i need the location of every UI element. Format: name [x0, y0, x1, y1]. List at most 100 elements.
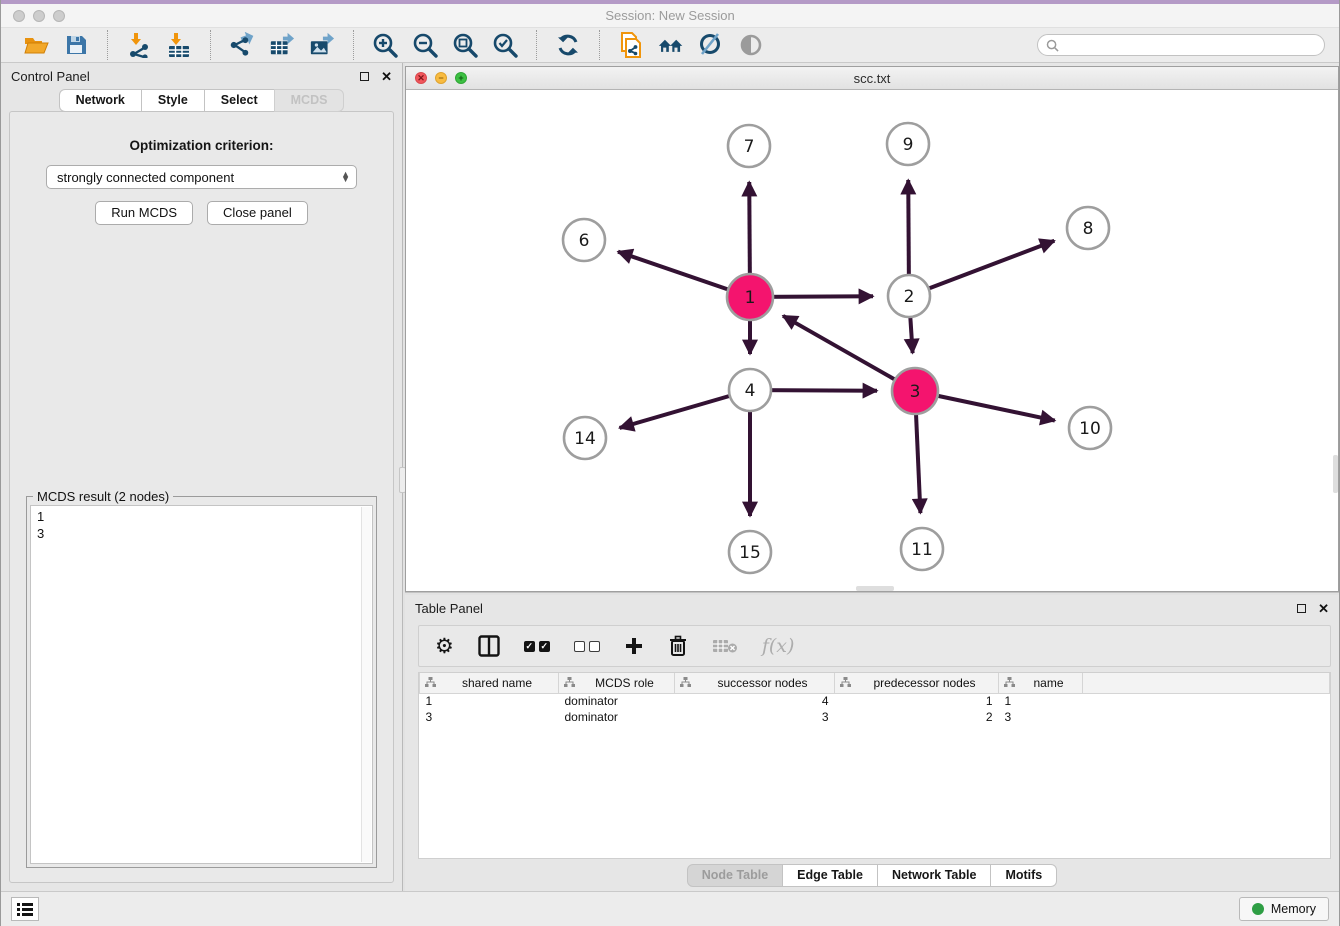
svg-text:1: 1 — [745, 288, 756, 308]
control-panel-title: Control Panel — [11, 69, 90, 84]
graph-node-2[interactable]: 2 — [888, 275, 930, 317]
column-header-shared-name[interactable]: shared name — [420, 673, 559, 693]
graph-node-4[interactable]: 4 — [729, 369, 771, 411]
title-bar: Session: New Session — [1, 4, 1339, 28]
network-view-window: ✕ − + scc.txt 7 9 6 8 1 2 4 3 14 10 15 11 — [405, 66, 1339, 592]
memory-button[interactable]: Memory — [1239, 897, 1329, 921]
graph-node-15[interactable]: 15 — [729, 531, 771, 573]
split-panel-icon[interactable] — [478, 633, 500, 659]
table-panel-title: Table Panel — [415, 601, 483, 616]
table-tabs: Node TableEdge TableNetwork TableMotifs — [405, 859, 1339, 891]
network-overview-icon[interactable] — [658, 32, 684, 58]
result-scrollbar[interactable] — [361, 507, 371, 862]
tab-network[interactable]: Network — [59, 89, 142, 112]
edge-2-8[interactable] — [909, 241, 1054, 296]
canvas-scrollbar-horizontal[interactable] — [856, 586, 894, 591]
toolbar-separator — [107, 30, 108, 60]
tab-style[interactable]: Style — [141, 89, 205, 112]
svg-text:14: 14 — [574, 429, 596, 449]
mcds-result-title: MCDS result (2 nodes) — [33, 489, 173, 504]
show-graphics-details-icon[interactable] — [738, 32, 764, 58]
graph-node-3[interactable]: 3 — [892, 368, 938, 414]
canvas-scrollbar-vertical[interactable] — [1333, 455, 1338, 493]
select-arrows-icon: ▲▼ — [341, 172, 350, 182]
network-canvas[interactable]: 7 9 6 8 1 2 4 3 14 10 15 11 — [406, 90, 1338, 591]
column-header-name[interactable]: name — [999, 673, 1083, 693]
svg-text:3: 3 — [910, 382, 921, 402]
svg-text:10: 10 — [1079, 419, 1101, 439]
column-header-MCDS-role[interactable]: MCDS role — [559, 673, 675, 693]
close-panel-button[interactable]: Close panel — [207, 201, 308, 225]
tab-mcds[interactable]: MCDS — [274, 89, 345, 112]
mcds-result-group: MCDS result (2 nodes) 1 3 — [26, 496, 377, 868]
zoom-selected-icon[interactable] — [492, 32, 518, 58]
deselect-all-icon[interactable] — [574, 633, 600, 659]
tab-network-table[interactable]: Network Table — [877, 864, 992, 887]
table-panel: Table Panel ✕ ⚙ ✓✓ — [405, 595, 1339, 891]
float-table-panel-icon[interactable] — [1297, 604, 1306, 613]
close-table-panel-icon[interactable]: ✕ — [1318, 602, 1329, 615]
memory-label: Memory — [1271, 902, 1316, 916]
task-history-button[interactable] — [11, 897, 39, 921]
tab-node-table[interactable]: Node Table — [687, 864, 783, 887]
export-table-icon[interactable] — [269, 32, 295, 58]
function-builder-icon[interactable]: f(x) — [762, 633, 795, 659]
graph-node-9[interactable]: 9 — [887, 123, 929, 165]
network-window-titlebar[interactable]: ✕ − + scc.txt — [406, 67, 1338, 90]
close-panel-icon[interactable]: ✕ — [381, 70, 392, 83]
delete-column-icon[interactable] — [668, 633, 688, 659]
optimization-criterion-label: Optimization criterion: — [24, 138, 379, 153]
apply-style-icon[interactable] — [698, 32, 724, 58]
graph-node-11[interactable]: 11 — [901, 528, 943, 570]
zoom-fit-icon[interactable] — [452, 32, 478, 58]
svg-text:7: 7 — [744, 137, 755, 157]
import-table-icon[interactable] — [166, 32, 192, 58]
export-image-icon[interactable] — [309, 32, 335, 58]
table-toolbar: ⚙ ✓✓ — [418, 625, 1331, 667]
svg-text:4: 4 — [745, 381, 756, 401]
tab-edge-table[interactable]: Edge Table — [782, 864, 878, 887]
toolbar-separator — [353, 30, 354, 60]
save-session-icon[interactable] — [63, 32, 89, 58]
tab-motifs[interactable]: Motifs — [990, 864, 1057, 887]
column-header-successor-nodes[interactable]: successor nodes — [675, 673, 835, 693]
control-panel: Control Panel ✕ NetworkStyleSelectMCDS O… — [1, 63, 402, 891]
table-row[interactable]: 3dominator323 — [420, 709, 1330, 725]
graph-node-14[interactable]: 14 — [564, 417, 606, 459]
status-bar: Memory — [1, 891, 1339, 926]
import-network-icon[interactable] — [126, 32, 152, 58]
network-window-title: scc.txt — [406, 71, 1338, 86]
zoom-out-icon[interactable] — [412, 32, 438, 58]
control-panel-tabs: NetworkStyleSelectMCDS — [1, 89, 402, 112]
toolbar-separator — [536, 30, 537, 60]
graph-node-1[interactable]: 1 — [727, 274, 773, 320]
network-graph[interactable]: 7 9 6 8 1 2 4 3 14 10 15 11 — [406, 90, 1338, 590]
zoom-in-icon[interactable] — [372, 32, 398, 58]
column-header-predecessor-nodes[interactable]: predecessor nodes — [835, 673, 999, 693]
tab-select[interactable]: Select — [204, 89, 275, 112]
table-row[interactable]: 1dominator411 — [420, 693, 1330, 709]
clone-network-icon[interactable] — [618, 32, 644, 58]
main-toolbar — [1, 28, 1339, 63]
search-box[interactable] — [1037, 34, 1325, 56]
delete-table-icon[interactable] — [712, 633, 738, 659]
search-icon — [1046, 39, 1059, 52]
select-all-icon[interactable]: ✓✓ — [524, 633, 550, 659]
refresh-layout-icon[interactable] — [555, 32, 581, 58]
column-settings-icon[interactable]: ⚙ — [435, 633, 454, 659]
toolbar-separator — [599, 30, 600, 60]
export-network-icon[interactable] — [229, 32, 255, 58]
run-mcds-button[interactable]: Run MCDS — [95, 201, 193, 225]
graph-node-8[interactable]: 8 — [1067, 207, 1109, 249]
add-column-icon[interactable] — [624, 633, 644, 659]
float-panel-icon[interactable] — [360, 72, 369, 81]
open-session-icon[interactable] — [23, 32, 49, 58]
mcds-result-list[interactable]: 1 3 — [30, 505, 373, 864]
search-input[interactable] — [1064, 38, 1316, 52]
graph-node-10[interactable]: 10 — [1069, 407, 1111, 449]
node-table: shared nameMCDS rolesuccessor nodesprede… — [418, 672, 1331, 859]
window-title: Session: New Session — [1, 8, 1339, 23]
optimization-criterion-select[interactable]: strongly connected component ▲▼ — [46, 165, 357, 189]
graph-node-7[interactable]: 7 — [728, 125, 770, 167]
graph-node-6[interactable]: 6 — [563, 219, 605, 261]
